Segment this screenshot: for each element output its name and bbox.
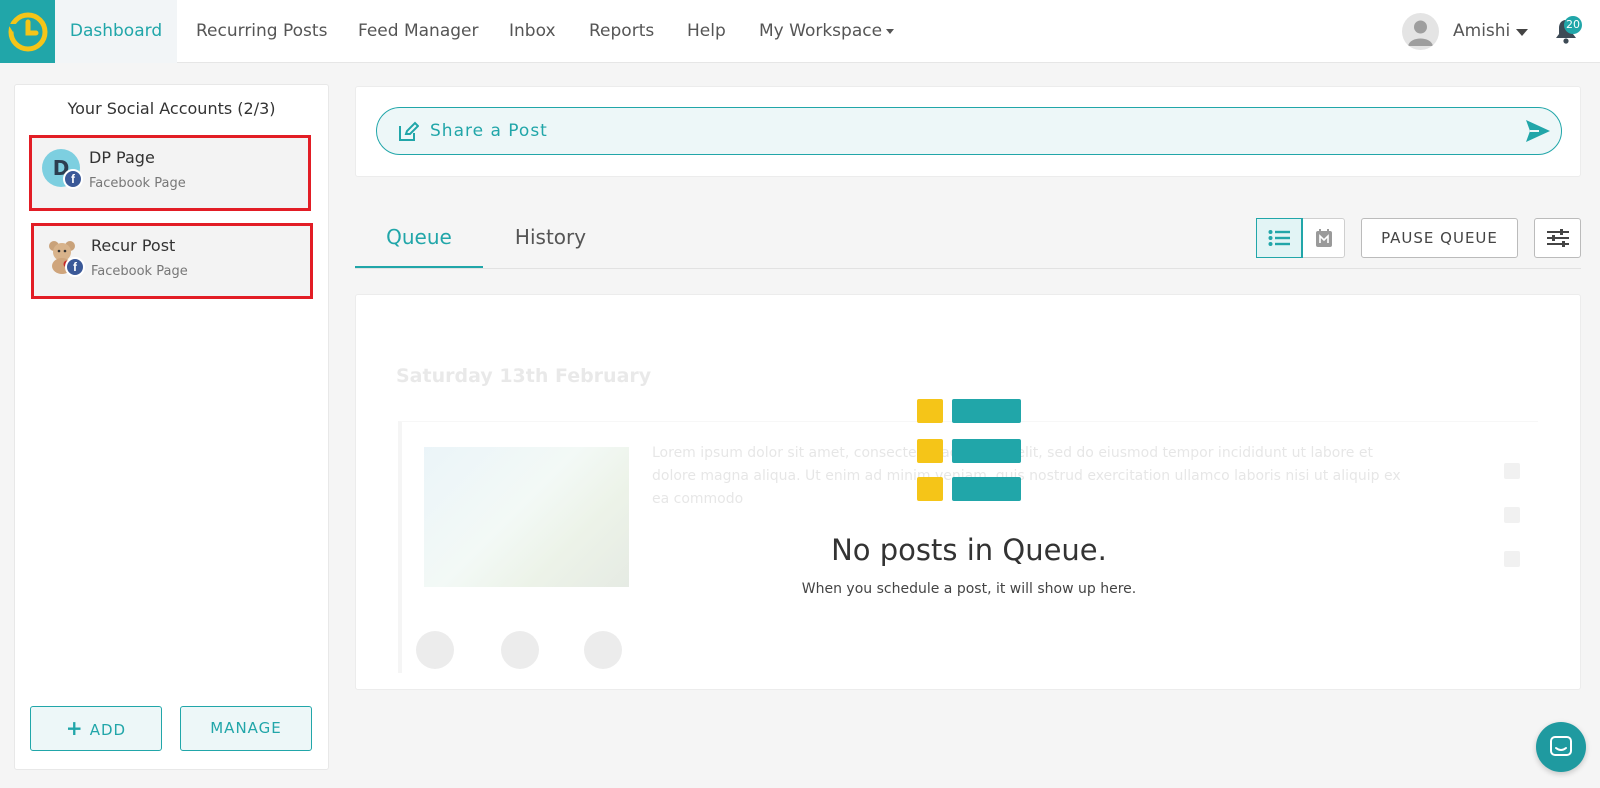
sliders-icon: [1546, 229, 1569, 247]
placeholder-avatar: [416, 631, 454, 669]
account-item-dp-page[interactable]: D f DP Page Facebook Page: [29, 135, 311, 211]
placeholder-post-text: Lorem ipsum dolor sit amet, consectetur …: [652, 445, 1401, 507]
user-menu-chevron-icon[interactable]: [1516, 29, 1528, 36]
social-accounts-panel: Your Social Accounts (2/3) D f DP Page F…: [14, 84, 329, 770]
send-icon[interactable]: [1525, 119, 1551, 143]
notification-badge: 20: [1564, 16, 1582, 34]
placeholder-avatar: [584, 631, 622, 669]
account-item-recur-post[interactable]: f Recur Post Facebook Page: [31, 223, 313, 299]
tab-queue[interactable]: Queue: [355, 220, 483, 268]
nav-help[interactable]: Help: [687, 0, 726, 63]
facebook-icon: f: [63, 169, 83, 189]
empty-queue-title: No posts in Queue.: [831, 533, 1107, 567]
account-name: Recur Post: [91, 236, 176, 255]
edit-icon: [399, 121, 419, 141]
tab-history[interactable]: History: [483, 220, 618, 268]
queue-panel: Saturday 13th February Lorem ipsum dolor…: [355, 294, 1581, 690]
chevron-down-icon: [886, 28, 895, 34]
share-post-card: Share a Post: [355, 86, 1581, 177]
user-name[interactable]: Amishi: [1453, 0, 1510, 63]
social-accounts-title: Your Social Accounts (2/3): [67, 99, 276, 118]
filter-settings-button[interactable]: [1534, 218, 1581, 258]
chat-launcher-button[interactable]: [1536, 722, 1586, 772]
manage-accounts-button[interactable]: MANAGE: [180, 706, 312, 751]
list-icon: [1268, 230, 1290, 246]
placeholder-eye-icon: [1504, 463, 1520, 479]
facebook-icon: f: [65, 257, 85, 277]
placeholder-edit-icon: [1504, 507, 1520, 523]
user-avatar[interactable]: [1402, 13, 1439, 50]
add-account-button[interactable]: + ADD: [30, 706, 162, 751]
account-type: Facebook Page: [91, 264, 188, 279]
list-view-button[interactable]: [1256, 218, 1303, 258]
user-icon: [1408, 20, 1433, 46]
share-post-input[interactable]: Share a Post: [376, 107, 1562, 155]
clock-logo-icon: [7, 12, 47, 51]
app-logo[interactable]: [0, 0, 55, 63]
tabs-divider: [355, 268, 1581, 269]
plus-icon: +: [65, 716, 84, 740]
placeholder-date: Saturday 13th February: [396, 365, 652, 387]
nav-reports[interactable]: Reports: [589, 0, 654, 63]
calendar-icon: [1315, 229, 1332, 247]
empty-queue-subtitle: When you schedule a post, it will show u…: [801, 581, 1137, 597]
nav-recurring-posts[interactable]: Recurring Posts: [196, 0, 327, 63]
nav-my-workspace-label: My Workspace: [759, 21, 883, 41]
chat-icon: [1550, 736, 1572, 756]
empty-queue-icon: [917, 399, 1021, 501]
share-post-label: Share a Post: [430, 121, 548, 141]
account-name: DP Page: [89, 148, 155, 167]
view-toggle: [1256, 218, 1345, 258]
calendar-view-button[interactable]: [1302, 219, 1345, 257]
nav-inbox[interactable]: Inbox: [509, 0, 556, 63]
nav-dashboard[interactable]: Dashboard: [55, 0, 177, 63]
add-account-label: ADD: [89, 721, 127, 739]
nav-feed-manager[interactable]: Feed Manager: [358, 0, 478, 63]
top-navigation: Dashboard Recurring Posts Feed Manager I…: [0, 0, 1600, 63]
pause-queue-button[interactable]: PAUSE QUEUE: [1361, 218, 1518, 258]
account-type: Facebook Page: [89, 176, 186, 191]
placeholder-avatar: [501, 631, 539, 669]
nav-my-workspace[interactable]: My Workspace: [759, 0, 895, 63]
